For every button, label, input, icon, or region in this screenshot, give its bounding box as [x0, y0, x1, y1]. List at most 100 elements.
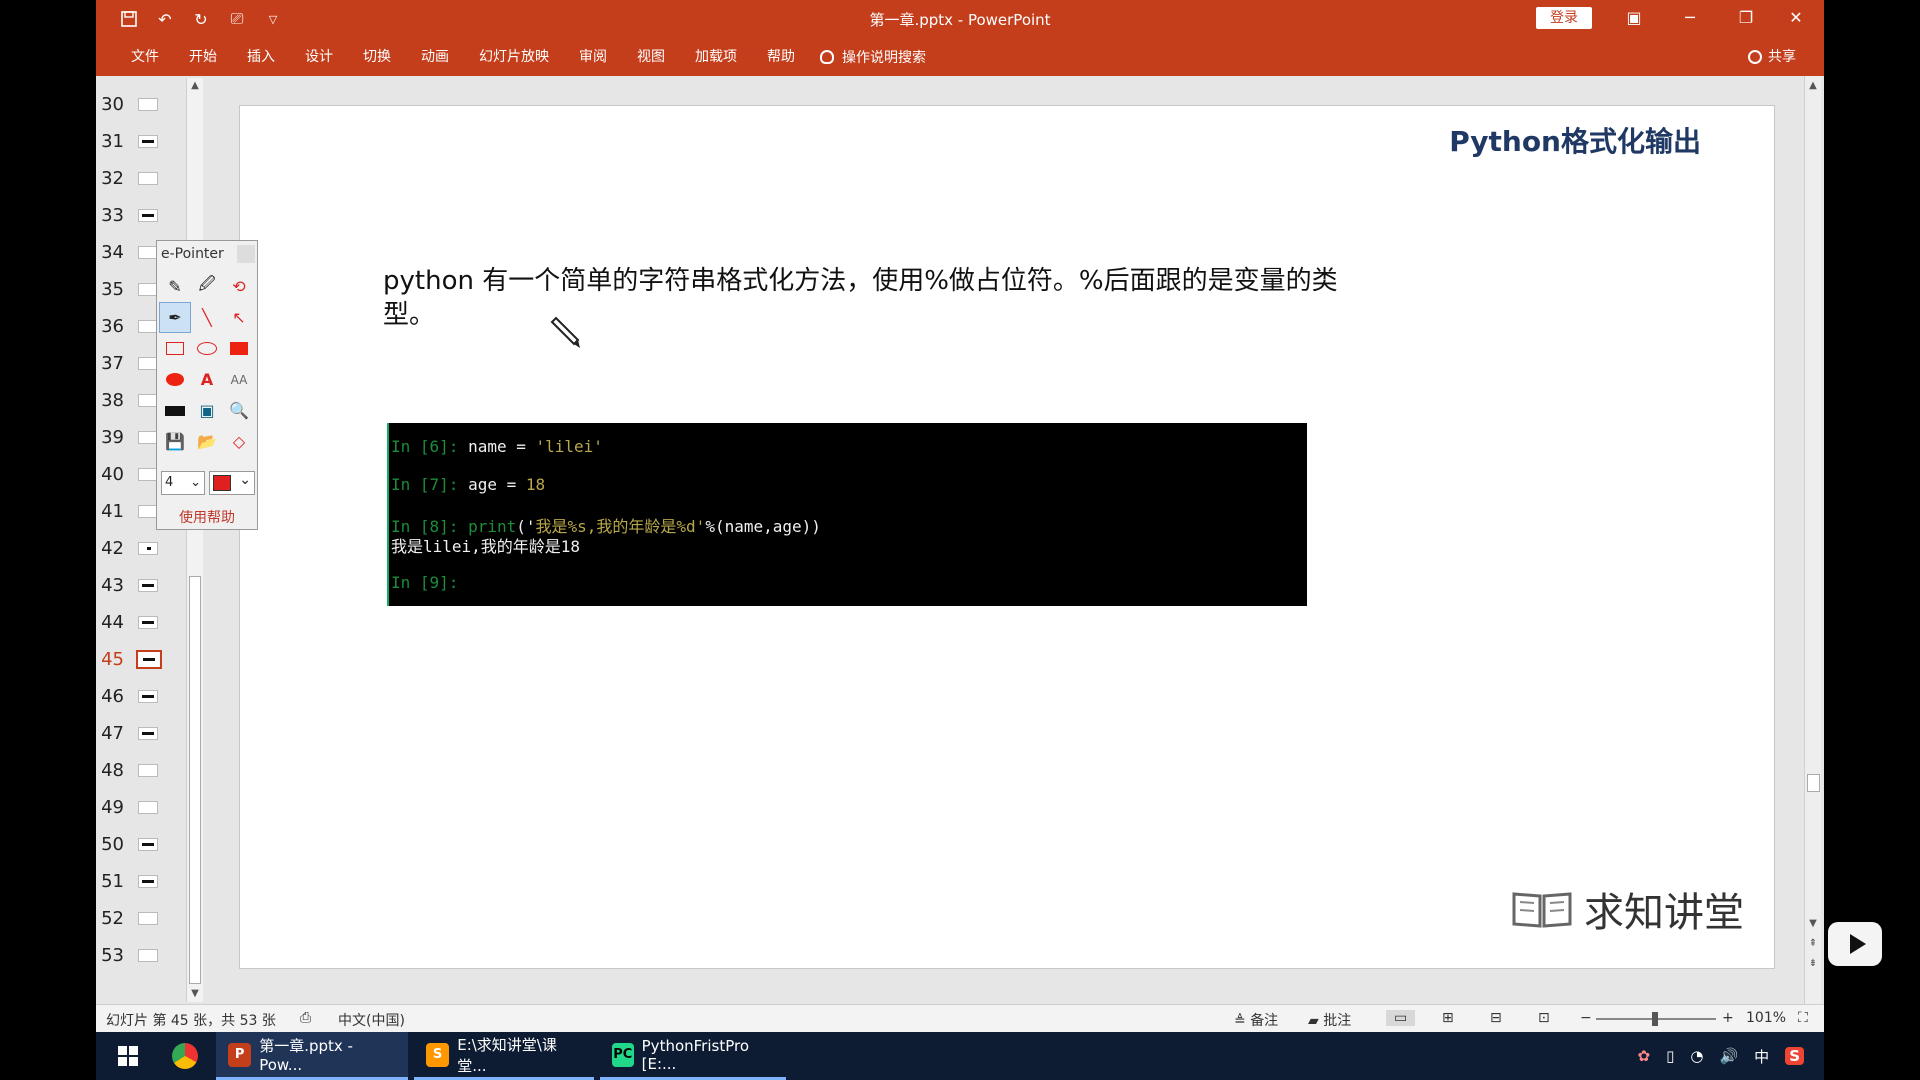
arrow-icon[interactable]: ↖	[223, 302, 255, 333]
scroll-down-arrow-icon[interactable]: ▼	[1806, 918, 1820, 929]
ribbon-display-icon[interactable]: ▣	[1606, 0, 1662, 38]
login-button[interactable]: 登录	[1536, 7, 1592, 29]
slide-thumbnail[interactable]	[138, 949, 158, 962]
scroll-up-arrow-icon[interactable]: ▲	[188, 80, 202, 91]
previous-slide-icon[interactable]: ⇞	[1806, 938, 1820, 949]
slide-thumbnail[interactable]	[138, 579, 158, 592]
network-icon[interactable]: ◔	[1690, 1047, 1703, 1065]
video-play-button[interactable]	[1828, 922, 1882, 966]
next-slide-icon[interactable]: ⇟	[1806, 958, 1820, 969]
pen-tool-icon[interactable]: ✒	[159, 302, 191, 333]
taskbar-item-sublime[interactable]: S E:\求知讲堂\课堂...	[414, 1032, 594, 1080]
slide-thumbnail[interactable]	[138, 912, 158, 925]
pen-color-select[interactable]: ⌄	[209, 471, 255, 495]
zoom-slider[interactable]	[1596, 1012, 1716, 1026]
slide-thumbnail[interactable]	[138, 209, 158, 222]
sogou-ime-icon[interactable]: S	[1785, 1047, 1804, 1065]
tab-home[interactable]: 开始	[174, 38, 232, 76]
normal-view-icon[interactable]: ▭	[1386, 1010, 1416, 1026]
zoom-level[interactable]: 101%	[1746, 1010, 1786, 1026]
scroll-down-arrow-icon[interactable]: ▼	[188, 988, 202, 999]
epointer-help-link[interactable]: 使用帮助	[157, 507, 257, 527]
close-button[interactable]: ✕	[1768, 0, 1824, 38]
tab-help[interactable]: 帮助	[752, 38, 810, 76]
epointer-close-icon[interactable]	[237, 245, 255, 263]
diamond-icon[interactable]: ◇	[223, 426, 255, 457]
taskbar-item-powerpoint[interactable]: P 第一章.pptx - Pow...	[216, 1032, 408, 1080]
slide-thumbnail[interactable]	[138, 838, 158, 851]
filled-ellipse-icon[interactable]	[159, 364, 191, 395]
rectangle-icon[interactable]	[159, 333, 191, 364]
slide-thumbnail[interactable]	[138, 394, 158, 407]
notes-button[interactable]: ≜ 备注	[1234, 1010, 1278, 1030]
slide-thumbnail[interactable]	[138, 320, 158, 333]
blackboard-icon[interactable]	[159, 395, 191, 426]
slide-thumbnail[interactable]	[138, 135, 158, 148]
input-method-indicator[interactable]: 中	[1754, 1046, 1769, 1067]
filled-rectangle-icon[interactable]	[223, 333, 255, 364]
slide-thumbnail[interactable]	[138, 690, 158, 703]
slide-thumbnail[interactable]	[138, 801, 158, 814]
epointer-title-bar[interactable]: e-Pointer	[157, 241, 257, 267]
slide-thumbnail[interactable]	[138, 616, 158, 629]
comments-button[interactable]: ▰ 批注	[1308, 1010, 1351, 1030]
slide-thumbnail[interactable]	[138, 505, 158, 518]
tab-animations[interactable]: 动画	[406, 38, 464, 76]
save-icon[interactable]: 💾	[159, 426, 191, 457]
font-size-icon[interactable]: AA	[223, 364, 255, 395]
slide-scrollbar[interactable]: ▲ ▼ ⇞ ⇟	[1804, 76, 1821, 1004]
tab-slideshow[interactable]: 幻灯片放映	[464, 38, 564, 76]
tab-design[interactable]: 设计	[290, 38, 348, 76]
tab-transitions[interactable]: 切换	[348, 38, 406, 76]
magnifier-icon[interactable]: 🔍	[223, 395, 255, 426]
slide-thumbnail[interactable]	[138, 468, 158, 481]
start-button[interactable]	[106, 1032, 150, 1080]
restore-button[interactable]: ❐	[1718, 0, 1774, 38]
line-icon[interactable]: ╲	[191, 302, 223, 333]
screen-capture-icon[interactable]: ▣	[191, 395, 223, 426]
thumbnail-scrollbar[interactable]: ▲ ▼	[186, 78, 203, 1002]
tell-me-search[interactable]: 操作说明搜索	[810, 47, 926, 67]
ellipse-icon[interactable]	[191, 333, 223, 364]
slide-thumbnail[interactable]	[138, 283, 158, 296]
spellcheck-icon[interactable]: ⎙	[300, 1010, 311, 1026]
slide-sorter-icon[interactable]: ⊞	[1442, 1010, 1454, 1026]
slide-thumbnail-active[interactable]	[136, 650, 162, 669]
language-status[interactable]: 中文(中国)	[338, 1010, 405, 1030]
taskbar-item-pycharm[interactable]: PC PythonFristPro [E:...	[600, 1032, 786, 1080]
slide-body-text[interactable]: python 有一个简单的字符串格式化方法，使用%做占位符。%后面跟的是变量的类…	[383, 264, 1383, 332]
thumbnail-scroll-thumb[interactable]	[189, 576, 201, 984]
share-button[interactable]: 共享	[1748, 38, 1796, 76]
scroll-up-arrow-icon[interactable]: ▲	[1806, 80, 1820, 91]
tab-addins[interactable]: 加载项	[680, 38, 752, 76]
text-tool-icon[interactable]: A	[191, 364, 223, 395]
fit-to-window-icon[interactable]: ⛶	[1798, 1010, 1808, 1026]
reading-view-icon[interactable]: ⊟	[1490, 1010, 1502, 1026]
slide-thumbnail[interactable]	[138, 431, 158, 444]
slide-thumbnail[interactable]	[138, 357, 158, 370]
tab-file[interactable]: 文件	[116, 38, 174, 76]
open-folder-icon[interactable]: 📂	[191, 426, 223, 457]
zoom-slider-knob[interactable]	[1652, 1012, 1658, 1026]
chrome-taskbar-button[interactable]	[160, 1032, 210, 1080]
slide-thumbnail[interactable]	[138, 172, 158, 185]
tray-app-icon[interactable]: ✿	[1638, 1047, 1651, 1065]
slide-thumbnail[interactable]	[138, 542, 158, 555]
eraser-icon[interactable]: ✎	[159, 271, 191, 302]
slide-canvas[interactable]: Python格式化输出 python 有一个简单的字符串格式化方法，使用%做占位…	[239, 105, 1775, 969]
battery-icon[interactable]: ▯	[1666, 1047, 1674, 1065]
tab-review[interactable]: 审阅	[564, 38, 622, 76]
tab-view[interactable]: 视图	[622, 38, 680, 76]
zoom-in-icon[interactable]: +	[1722, 1010, 1734, 1026]
slide-thumbnail[interactable]	[138, 246, 158, 259]
pen-width-select[interactable]: 4 ⌄	[161, 471, 205, 495]
zoom-out-icon[interactable]: −	[1580, 1010, 1592, 1026]
clear-icon[interactable]: ⟲	[223, 271, 255, 302]
minimize-button[interactable]: ─	[1662, 0, 1718, 38]
slideshow-view-icon[interactable]: ⊡	[1538, 1010, 1550, 1026]
tab-insert[interactable]: 插入	[232, 38, 290, 76]
slide-scroll-thumb[interactable]	[1807, 774, 1820, 792]
volume-icon[interactable]: 🔊	[1719, 1047, 1738, 1065]
slide-thumbnail[interactable]	[138, 764, 158, 777]
marker-icon[interactable]: 🖉	[191, 271, 223, 302]
